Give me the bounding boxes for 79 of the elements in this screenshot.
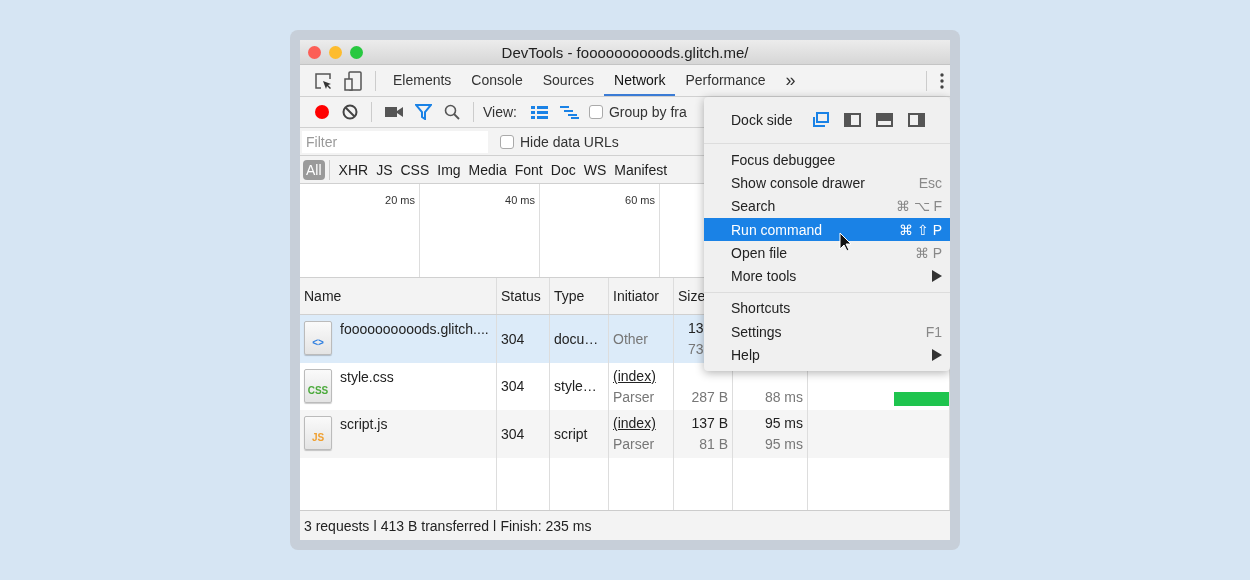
type-filter[interactable]: JS xyxy=(373,159,396,180)
type-filter[interactable]: Media xyxy=(465,159,510,180)
column-header[interactable]: Type xyxy=(550,278,609,314)
column-header[interactable]: Status xyxy=(497,278,550,314)
file-icon: JS xyxy=(304,416,332,450)
initiator-link[interactable]: (index) xyxy=(613,415,656,432)
initiator-link[interactable]: (index) xyxy=(613,367,656,384)
initiator-detail: Parser xyxy=(613,436,655,453)
type-filter[interactable]: XHR xyxy=(335,159,372,180)
filter-field[interactable]: Filter xyxy=(302,130,488,153)
column-header[interactable]: Initiator xyxy=(609,278,674,314)
dock-right-icon[interactable] xyxy=(908,112,926,128)
menu-item[interactable]: Search ⌘ ⌥ F xyxy=(704,194,950,218)
panel-tab[interactable]: Performance xyxy=(675,65,776,96)
panel-tab[interactable]: Elements xyxy=(383,65,462,96)
file-icon: CSS xyxy=(304,368,332,403)
type-filter[interactable]: WS xyxy=(580,159,610,180)
large-rows-icon[interactable] xyxy=(531,105,548,119)
resource-size: 81 B xyxy=(699,436,728,453)
mouse-pointer-icon xyxy=(839,232,852,252)
request-name[interactable]: foooooooooods.glitch.... xyxy=(340,321,489,337)
request-time: 95 ms xyxy=(764,415,803,432)
dock-side-label: Dock side xyxy=(731,112,793,128)
request-name[interactable]: script.js xyxy=(340,416,388,432)
menu-item[interactable]: Show console drawer Esc xyxy=(704,171,950,195)
timeline-tick-label: 60 ms xyxy=(625,194,655,206)
type-filter[interactable]: Manifest xyxy=(611,159,671,180)
initiator-detail: Parser xyxy=(613,388,655,405)
window-title: DevTools - foooooooooods.glitch.me/ xyxy=(500,43,750,61)
menu-item[interactable]: Run command ⌘ ⇧ P xyxy=(704,217,950,242)
hide-data-urls-label: Hide data URLs xyxy=(520,133,619,150)
panel-tab[interactable]: Console xyxy=(461,65,533,96)
menu-item[interactable]: Open file ⌘ P xyxy=(704,241,950,265)
menu-item[interactable]: Settings F1 xyxy=(704,320,950,344)
more-options-icon[interactable] xyxy=(940,72,944,89)
menu-item[interactable]: Focus debuggee xyxy=(704,148,950,172)
initiator-text: Other xyxy=(613,330,648,347)
dock-bottom-icon[interactable] xyxy=(876,112,894,128)
request-name[interactable]: style.css xyxy=(340,368,394,385)
status-bar: 3 requests ǀ 413 B transferred ǀ Finish: 235 ms xyxy=(300,510,950,540)
search-icon[interactable] xyxy=(444,104,460,120)
group-by-frames-checkbox[interactable] xyxy=(589,105,603,119)
latency-time: 88 ms xyxy=(764,388,803,405)
resource-type: script xyxy=(554,425,588,442)
group-by-frames-label: Group by fra xyxy=(609,104,687,120)
resource-type: docu… xyxy=(554,330,599,347)
filter-icon[interactable] xyxy=(415,104,432,120)
timeline-tick-label: 20 ms xyxy=(385,194,415,206)
device-toolbar-icon[interactable] xyxy=(344,70,362,91)
waterfall-bar xyxy=(894,391,949,406)
status-code: 304 xyxy=(501,425,525,442)
resource-type: style… xyxy=(554,378,597,395)
inspect-element-icon[interactable] xyxy=(314,71,332,90)
dock-left-icon[interactable] xyxy=(844,112,862,128)
close-window-button[interactable] xyxy=(308,45,321,59)
status-code: 304 xyxy=(501,378,525,395)
type-filter[interactable]: Font xyxy=(511,159,546,180)
type-filter[interactable]: Doc xyxy=(547,159,579,180)
file-icon: <> xyxy=(304,321,332,355)
menu-item[interactable]: Help xyxy=(704,343,950,367)
hide-data-urls-checkbox[interactable] xyxy=(500,134,514,149)
status-code: 304 xyxy=(501,330,525,347)
dock-undock-icon[interactable] xyxy=(812,112,830,128)
column-header[interactable]: Name xyxy=(300,278,497,314)
type-filter[interactable]: CSS xyxy=(397,159,433,180)
transfer-size: 137 B xyxy=(691,415,728,432)
timeline-tick-label: 40 ms xyxy=(505,194,535,206)
resource-size: 73 xyxy=(688,341,704,358)
view-label: View: xyxy=(483,104,517,120)
waterfall-view-icon[interactable] xyxy=(560,105,579,119)
resource-size: 287 B xyxy=(691,388,728,405)
transfer-size: 13 xyxy=(688,320,704,337)
panel-tab[interactable]: Sources xyxy=(532,65,605,96)
latency-time: 95 ms xyxy=(764,436,803,453)
record-icon[interactable] xyxy=(314,104,330,120)
more-tabs-button[interactable]: » xyxy=(785,70,796,91)
video-camera-icon[interactable] xyxy=(385,106,403,118)
clear-icon[interactable] xyxy=(342,104,358,120)
type-filter[interactable]: Img xyxy=(434,159,464,180)
